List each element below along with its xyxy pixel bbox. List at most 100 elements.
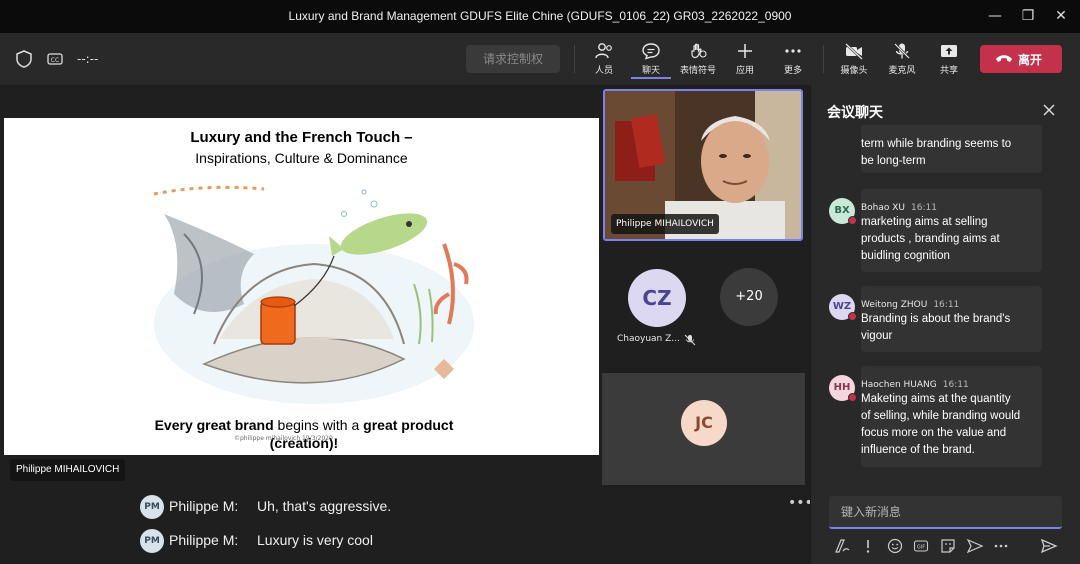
chat-message-body: term while branding seems to be long-ter… xyxy=(861,136,1039,170)
more-participants-badge[interactable]: +20 xyxy=(720,268,778,326)
request-control-button[interactable]: 请求控制权 xyxy=(466,45,560,73)
chat-message-body: marketing aims at selling products , bra… xyxy=(861,214,1039,265)
chat-message-header: Weitong ZHOU 16:11 xyxy=(861,292,959,311)
apps-button[interactable]: 应用 xyxy=(725,39,765,81)
gif-icon[interactable]: GIF xyxy=(912,537,930,555)
sticker-icon[interactable] xyxy=(939,537,957,555)
chat-line: term while branding seems to xyxy=(861,138,1012,150)
slide-subtitle: Inspirations, Culture & Dominance xyxy=(195,150,408,166)
toolbar-divider xyxy=(823,45,824,73)
mic-label: 麦克风 xyxy=(888,66,916,76)
window-titlebar: Luxury and Brand Management GDUFS Elite … xyxy=(0,0,1080,33)
chat-title: 会议聊天 xyxy=(827,105,883,121)
chat-message[interactable]: Haochen HUANG 16:11 Maketing aims at the … xyxy=(861,366,1042,467)
live-captions: PM Philippe M: Uh, that's aggressive. PM… xyxy=(0,485,810,564)
chat-line: influence of the brand. xyxy=(861,444,975,456)
toolbar-divider xyxy=(574,45,575,73)
camera-label: 摄像头 xyxy=(840,66,868,76)
caption-avatar: PM xyxy=(140,529,164,553)
chat-time: 16:11 xyxy=(933,300,960,310)
chat-line: buidling cognition xyxy=(861,250,950,262)
chat-line: focus more on the value and xyxy=(861,427,1007,439)
chat-avatar-hh: HH xyxy=(829,375,857,402)
chat-avatar-initials: WZ xyxy=(832,301,852,312)
more-icon xyxy=(785,49,801,53)
mic-button[interactable]: 麦克风 xyxy=(882,39,922,81)
reactions-button[interactable]: 表情符号 xyxy=(678,39,718,81)
leave-label: 离开 xyxy=(1018,53,1043,67)
caption-speaker: Philippe M: xyxy=(169,498,239,514)
caption-text: Uh, that's aggressive. xyxy=(257,498,392,514)
share-label: 共享 xyxy=(939,66,958,76)
caption-speaker: Philippe M: xyxy=(169,532,239,548)
chat-message-list[interactable]: term while branding seems to be long-ter… xyxy=(811,125,1080,485)
chat-sender: Bohao XU xyxy=(861,203,906,213)
chat-button[interactable]: 聊天 xyxy=(631,39,671,81)
minimize-button[interactable]: — xyxy=(984,6,1006,26)
chat-message[interactable]: Weitong ZHOU 16:11 Branding is about the … xyxy=(861,286,1042,352)
status-dot xyxy=(848,393,857,402)
slide-caption: Every great brand begins with a great pr… xyxy=(134,416,474,452)
meeting-timer: --:-- xyxy=(77,52,99,66)
caption-bold-2: great product xyxy=(363,417,454,433)
participant-avatar-cz[interactable]: CZ xyxy=(628,269,686,327)
more-options-icon[interactable] xyxy=(992,537,1010,555)
reactions-label: 表情符号 xyxy=(679,66,716,76)
plus-icon xyxy=(738,44,752,58)
chat-message-input[interactable] xyxy=(829,496,1062,527)
shield-icon[interactable] xyxy=(14,49,34,69)
caption-middle: begins with a xyxy=(273,417,364,433)
participant-tile-jc[interactable]: JC xyxy=(602,373,805,485)
slide-footer: ©philippe mihailovich 19/3/2020 xyxy=(234,435,333,442)
caption-text: Luxury is very cool xyxy=(257,532,373,548)
status-dot xyxy=(848,312,857,321)
more-button[interactable]: 更多 xyxy=(773,39,813,81)
share-icon xyxy=(941,45,957,57)
chat-avatar-initials: HH xyxy=(833,382,851,393)
chat-message[interactable]: term while branding seems to be long-ter… xyxy=(861,125,1042,173)
people-label: 人员 xyxy=(594,66,613,76)
svg-text:GIF: GIF xyxy=(917,545,925,551)
people-icon xyxy=(595,43,612,59)
format-icon[interactable] xyxy=(833,537,851,555)
status-dot xyxy=(848,216,857,225)
leave-button[interactable]: 离开 xyxy=(980,45,1062,73)
maximize-button[interactable]: ❐ xyxy=(1017,6,1039,26)
meeting-chat-panel: 会议聊天 term while branding seems to be lon… xyxy=(810,85,1080,564)
people-button[interactable]: 人员 xyxy=(584,39,624,81)
send-icon[interactable] xyxy=(1040,537,1058,555)
chat-message[interactable]: Bohao XU 16:11 marketing aims at selling … xyxy=(861,189,1042,272)
chat-line: vigour xyxy=(861,330,893,342)
emoji-icon[interactable] xyxy=(886,537,904,555)
chat-message-header: Bohao XU 16:11 xyxy=(861,195,937,214)
chat-compose-box[interactable] xyxy=(829,496,1062,529)
camera-button[interactable]: 摄像头 xyxy=(834,39,874,81)
chat-avatar-wz: WZ xyxy=(829,294,857,321)
reaction-icon xyxy=(691,43,707,59)
slide-title: Luxury and the French Touch – xyxy=(190,129,413,146)
chat-message-body: Branding is about the brand's vigour xyxy=(861,311,1039,345)
presenter-name-label: Philippe MIHAILOVICH xyxy=(10,459,126,481)
schedule-send-icon[interactable] xyxy=(966,537,984,555)
closed-captions-icon[interactable]: CC xyxy=(45,49,65,69)
more-label: 更多 xyxy=(783,66,802,76)
video-name-label: Philippe MIHAILOVICH xyxy=(611,214,719,234)
participant-video-tile[interactable]: Philippe MIHAILOVICH xyxy=(603,89,803,241)
chat-line: be long-term xyxy=(861,155,926,167)
chat-label: 聊天 xyxy=(631,63,671,79)
chat-sender: Weitong ZHOU xyxy=(861,300,928,310)
meeting-stage: Luxury and the French Touch – Inspiratio… xyxy=(0,85,813,564)
apps-label: 应用 xyxy=(735,66,754,76)
important-icon[interactable] xyxy=(859,537,877,555)
slide-illustration xyxy=(153,185,474,404)
chat-icon xyxy=(642,43,660,60)
chat-line: products , branding aims at xyxy=(861,233,1000,245)
chat-message-body: Maketing aims at the quantity of selling… xyxy=(861,391,1039,459)
share-button[interactable]: 共享 xyxy=(929,39,969,81)
chat-avatar-initials: BX xyxy=(834,205,850,216)
chat-line: of selling, while branding would xyxy=(861,410,1021,422)
close-icon[interactable] xyxy=(1041,102,1057,118)
chat-line: Branding is about the brand's xyxy=(861,313,1011,325)
close-window-button[interactable]: ✕ xyxy=(1050,6,1072,26)
chat-sender: Haochen HUANG xyxy=(861,380,937,390)
